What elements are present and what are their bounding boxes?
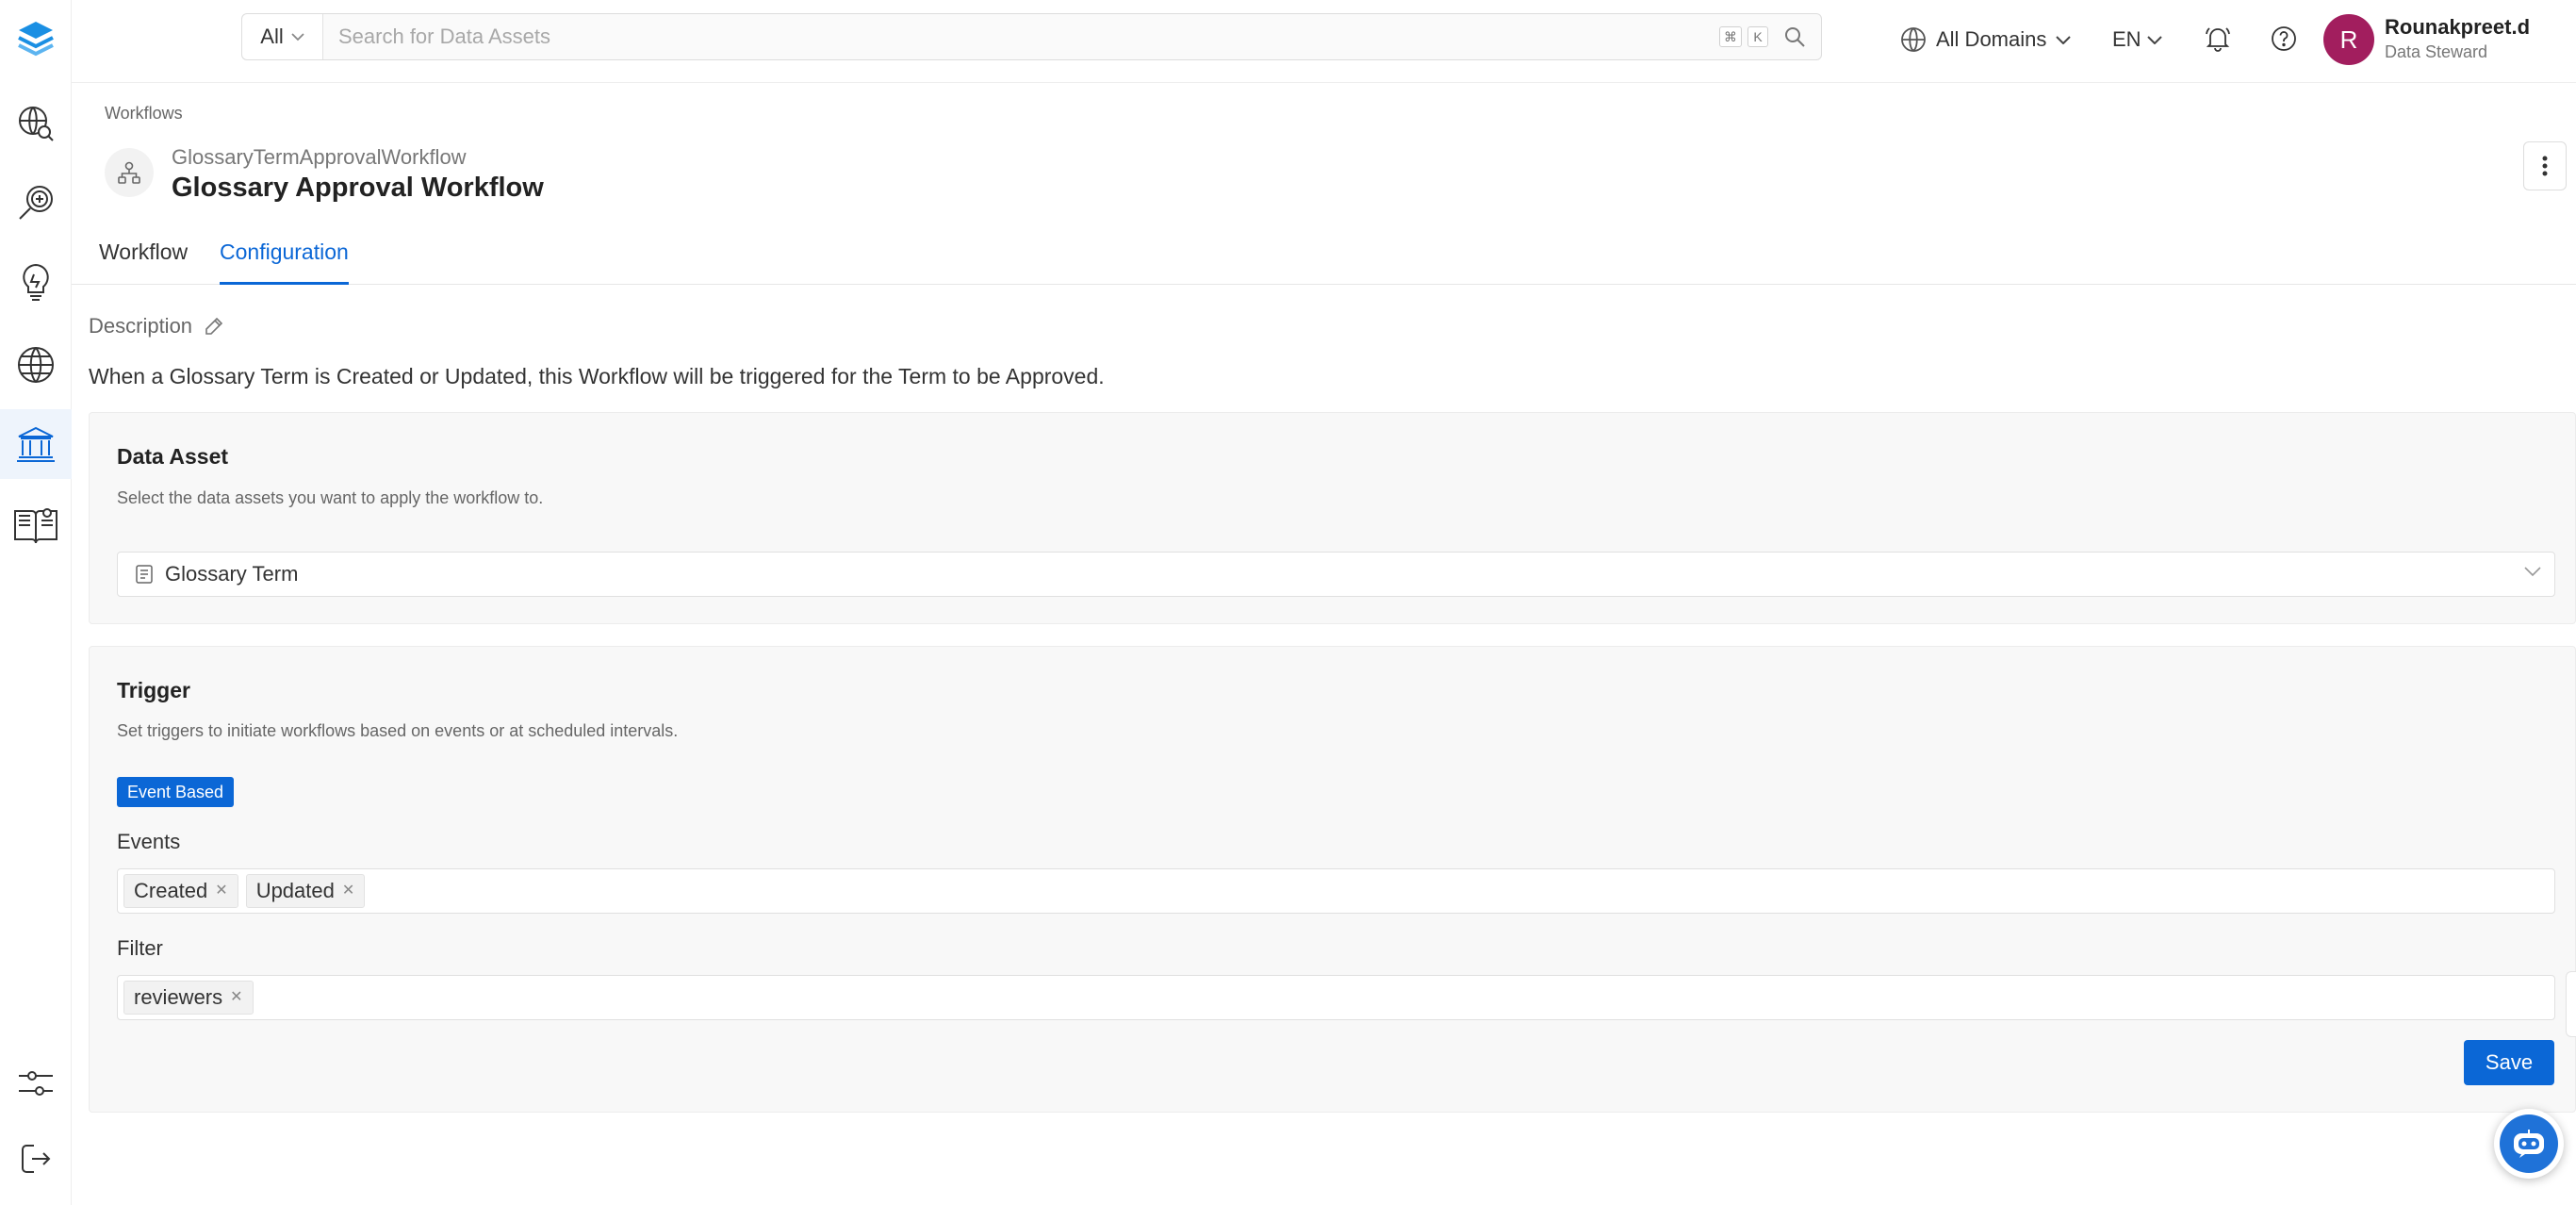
search-type-label: All [260, 25, 284, 48]
data-asset-subtitle: Select the data assets you want to apply… [117, 488, 544, 507]
glossary-term-icon [136, 565, 153, 584]
tag-label: Updated [255, 879, 335, 902]
logo-layers-icon[interactable] [0, 4, 72, 74]
insights-bulb-icon[interactable] [0, 247, 72, 317]
search-type-dropdown[interactable]: All [242, 14, 323, 59]
trigger-card: Trigger Set triggers to initiate workflo… [89, 646, 2576, 1113]
help-icon[interactable] [2270, 25, 2298, 58]
shortcut-cmd-key: ⌘ [1719, 26, 1742, 47]
workflow-fqn: GlossaryTermApprovalWorkflow [172, 145, 467, 169]
governance-icon[interactable] [0, 409, 72, 479]
events-select[interactable]: Created ✕ Updated ✕ [117, 868, 2555, 914]
data-asset-select[interactable]: Glossary Term [117, 552, 2555, 597]
trigger-subtitle: Set triggers to initiate workflows based… [117, 721, 679, 740]
glossary-book-icon[interactable] [0, 490, 72, 560]
language-selector[interactable]: EN [2112, 23, 2162, 57]
language-label: EN [2112, 27, 2141, 51]
user-role: Data Steward [2385, 42, 2488, 61]
avatar[interactable]: R [2323, 14, 2374, 65]
remove-tag-icon[interactable]: ✕ [230, 990, 242, 1005]
app-root: All ⌘ K All Domains EN R Rounakpreet.d D… [0, 0, 2576, 1205]
tag-label: reviewers [134, 985, 223, 1009]
trigger-title: Trigger [117, 678, 190, 702]
chevron-down-icon [2146, 36, 2162, 44]
robot-icon [2500, 1114, 2558, 1173]
domains-globe-icon[interactable] [0, 330, 72, 400]
filter-tag-reviewers: reviewers ✕ [123, 981, 254, 1015]
chevron-down-icon [291, 33, 304, 41]
notification-bell-icon[interactable] [2204, 25, 2232, 58]
domain-label: All Domains [1936, 27, 2047, 51]
top-header: All ⌘ K All Domains EN R Rounakpreet.d D… [72, 0, 2576, 83]
logout-icon[interactable] [0, 1124, 72, 1194]
tab-bar: Workflow Configuration [72, 226, 2576, 285]
avatar-initial: R [2339, 25, 2358, 54]
data-asset-title: Data Asset [117, 444, 229, 469]
side-panel-handle[interactable] [2566, 971, 2576, 1037]
workflow-icon [105, 148, 154, 197]
events-label: Events [117, 830, 181, 853]
breadcrumb[interactable]: Workflows [105, 104, 183, 124]
settings-sliders-icon[interactable] [0, 1048, 72, 1118]
tab-workflow[interactable]: Workflow [99, 239, 188, 285]
filter-label: Filter [117, 936, 163, 960]
save-button[interactable]: Save [2464, 1040, 2554, 1085]
filter-select[interactable]: reviewers ✕ [117, 975, 2555, 1020]
remove-tag-icon[interactable]: ✕ [342, 883, 354, 899]
data-asset-card: Data Asset Select the data assets you wa… [89, 412, 2576, 624]
search-icon[interactable] [1783, 25, 1806, 48]
global-search: All ⌘ K [241, 13, 1822, 60]
event-tag-updated: Updated ✕ [245, 874, 366, 908]
domain-selector[interactable]: All Domains [1900, 23, 2072, 57]
description-header: Description [89, 314, 224, 338]
globe-icon [1901, 27, 1926, 52]
chevron-down-icon [2056, 36, 2072, 44]
remove-tag-icon[interactable]: ✕ [215, 883, 227, 899]
more-vertical-icon [2542, 156, 2548, 176]
data-observability-icon[interactable] [0, 168, 72, 238]
edit-pencil-icon[interactable] [204, 316, 224, 337]
ai-assistant-button[interactable] [2494, 1109, 2564, 1179]
description-text: When a Glossary Term is Created or Updat… [89, 364, 1105, 388]
event-based-badge[interactable]: Event Based [117, 777, 235, 807]
more-options-button[interactable] [2523, 141, 2567, 190]
shortcut-k-key: K [1747, 26, 1768, 47]
chevron-down-icon [2524, 567, 2541, 576]
left-sidebar [0, 0, 72, 1205]
explore-icon[interactable] [0, 89, 72, 158]
data-asset-selected-value: Glossary Term [165, 562, 299, 586]
page-title: Glossary Approval Workflow [172, 173, 544, 203]
tag-label: Created [134, 879, 208, 902]
event-tag-created: Created ✕ [123, 874, 238, 908]
user-name[interactable]: Rounakpreet.d [2385, 15, 2530, 40]
description-label: Description [89, 314, 193, 338]
search-input[interactable] [323, 14, 1719, 59]
tab-configuration[interactable]: Configuration [220, 239, 349, 285]
